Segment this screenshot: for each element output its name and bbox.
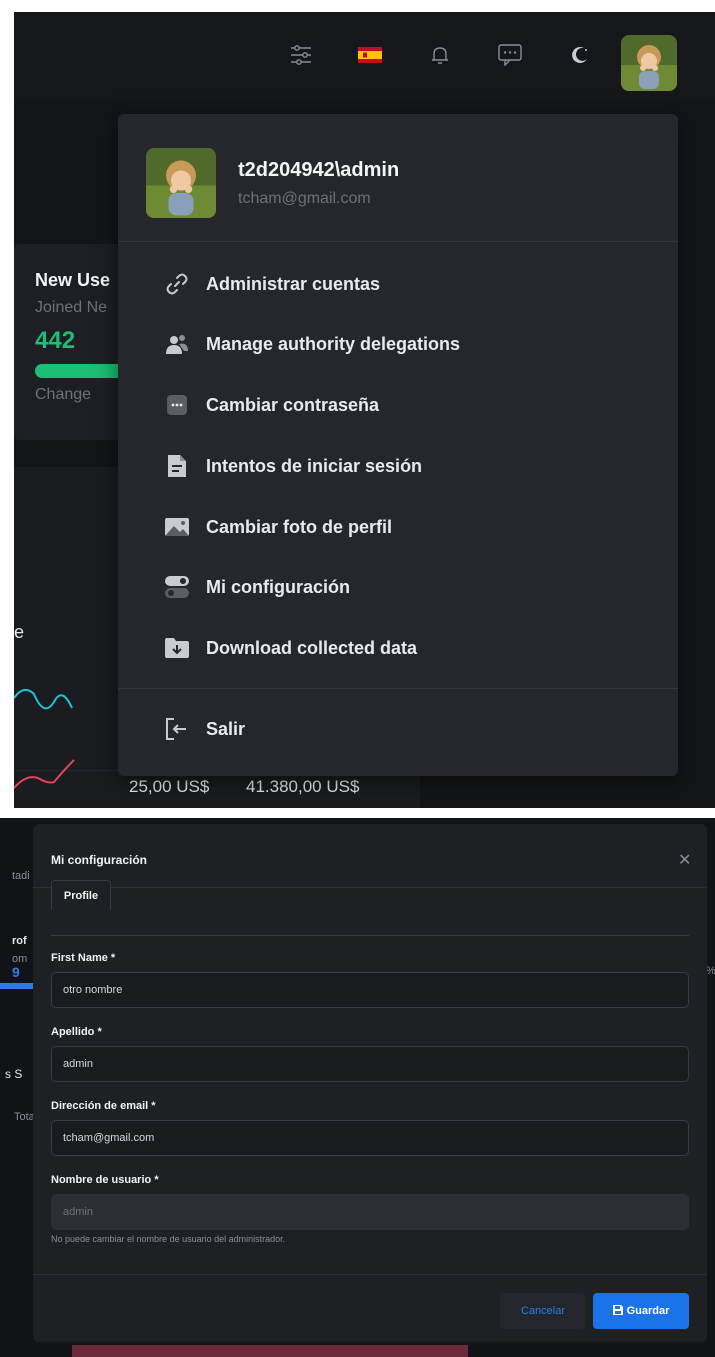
password-icon	[164, 392, 190, 418]
username-label: Nombre de usuario *	[51, 1174, 159, 1186]
settings-modal: Mi configuración ✕ Profile First Name * …	[33, 824, 707, 1342]
partial-card-label: e	[14, 622, 25, 642]
modal-header-divider	[33, 887, 707, 888]
image-icon	[164, 514, 190, 540]
sliders-icon[interactable]	[286, 40, 316, 70]
first-name-label: First Name *	[51, 952, 116, 964]
email-label: Dirección de email *	[51, 1100, 156, 1112]
toggle-icon	[164, 574, 190, 600]
download-folder-icon	[164, 635, 190, 661]
floppy-disk-icon	[612, 1304, 623, 1318]
document-icon	[164, 453, 190, 479]
background-text: %	[706, 965, 715, 977]
profile-email: tcham@gmail.com	[238, 190, 371, 207]
username-field: admin	[51, 1194, 689, 1230]
new-users-value: 442	[35, 327, 76, 354]
moon-icon[interactable]	[565, 40, 595, 70]
save-button[interactable]: Guardar	[593, 1293, 689, 1329]
surname-field[interactable]: admin	[51, 1046, 689, 1082]
new-users-card: New Use Joined Ne 442 Change	[14, 244, 134, 440]
menu-item-download-collected-data[interactable]: Download collected data	[118, 624, 678, 672]
menu-item-label: Intentos de iniciar sesión	[206, 455, 423, 476]
amount-total: 41.380,00 US$	[246, 777, 360, 796]
profile-dropdown-menu: t2d204942\admin tcham@gmail.com Administ…	[118, 114, 678, 776]
background-progress-bar	[0, 983, 33, 989]
dashboard-screenshot: New Use Joined Ne 442 Change e 25,00 US$…	[14, 12, 715, 808]
amount-value: 25,00 US$	[129, 777, 210, 796]
teal-sparkline	[14, 688, 73, 710]
username-help-text: No puede cambiar el nombre de usuario de…	[51, 1234, 286, 1244]
first-name-field[interactable]: otro nombre	[51, 972, 689, 1008]
red-sparkline	[14, 759, 75, 789]
background-text: rof	[12, 935, 27, 947]
menu-item-cambiar-foto-de-perfil[interactable]: Cambiar foto de perfil	[118, 503, 678, 551]
menu-item-label: Cambiar foto de perfil	[206, 516, 393, 537]
users-icon	[164, 331, 190, 357]
avatar[interactable]	[621, 35, 677, 91]
menu-item-administrar-cuentas[interactable]: Administrar cuentas	[118, 260, 678, 308]
menu-item-label: Cambiar contraseña	[206, 394, 380, 415]
menu-item-label: Manage authority delegations	[206, 333, 461, 354]
settings-screenshot: tadi rof om 9 s S Tota % Mi configuració…	[0, 818, 715, 1357]
surname-label: Apellido *	[51, 1026, 102, 1038]
spain-flag-icon[interactable]	[355, 40, 385, 70]
menu-item-label: Download collected data	[206, 637, 418, 658]
menu-item-salir[interactable]: Salir	[118, 705, 678, 753]
modal-footer-divider	[33, 1274, 707, 1275]
modal-title: Mi configuración	[51, 853, 147, 867]
new-users-change-label: Change	[35, 386, 92, 403]
background-text: Tota	[14, 1111, 35, 1123]
link-icon	[164, 271, 190, 297]
background-text: s S	[5, 1067, 23, 1081]
new-users-title: New Use	[35, 270, 111, 290]
logout-icon	[164, 716, 190, 742]
menu-item-intentos-de-iniciar-sesion[interactable]: Intentos de iniciar sesión	[118, 442, 678, 490]
cancel-button[interactable]: Cancelar	[500, 1293, 586, 1329]
profile-avatar	[146, 148, 216, 218]
close-icon[interactable]: ✕	[678, 850, 691, 870]
menu-item-label: Administrar cuentas	[206, 273, 381, 294]
background-text: 9	[12, 964, 20, 980]
tab-profile[interactable]: Profile	[51, 880, 111, 910]
background-text: tadi	[12, 870, 30, 882]
top-header	[14, 12, 715, 102]
bell-icon[interactable]	[425, 40, 455, 70]
new-users-subtitle: Joined Ne	[35, 299, 108, 316]
menu-item-cambiar-contrasena[interactable]: Cambiar contraseña	[118, 381, 678, 429]
menu-divider	[118, 241, 678, 242]
background-strip	[72, 1345, 468, 1357]
menu-item-label: Mi configuración	[206, 576, 350, 597]
menu-divider	[118, 688, 678, 689]
email-field[interactable]: tcham@gmail.com	[51, 1120, 689, 1156]
menu-item-mi-configuracion[interactable]: Mi configuración	[118, 563, 678, 611]
menu-item-manage-authority-delegations[interactable]: Manage authority delegations	[118, 320, 678, 368]
tab-underline	[51, 935, 689, 936]
menu-item-label: Salir	[206, 718, 246, 739]
save-button-label: Guardar	[626, 1305, 670, 1317]
profile-username: t2d204942\admin	[238, 159, 400, 181]
chat-icon[interactable]	[495, 40, 525, 70]
